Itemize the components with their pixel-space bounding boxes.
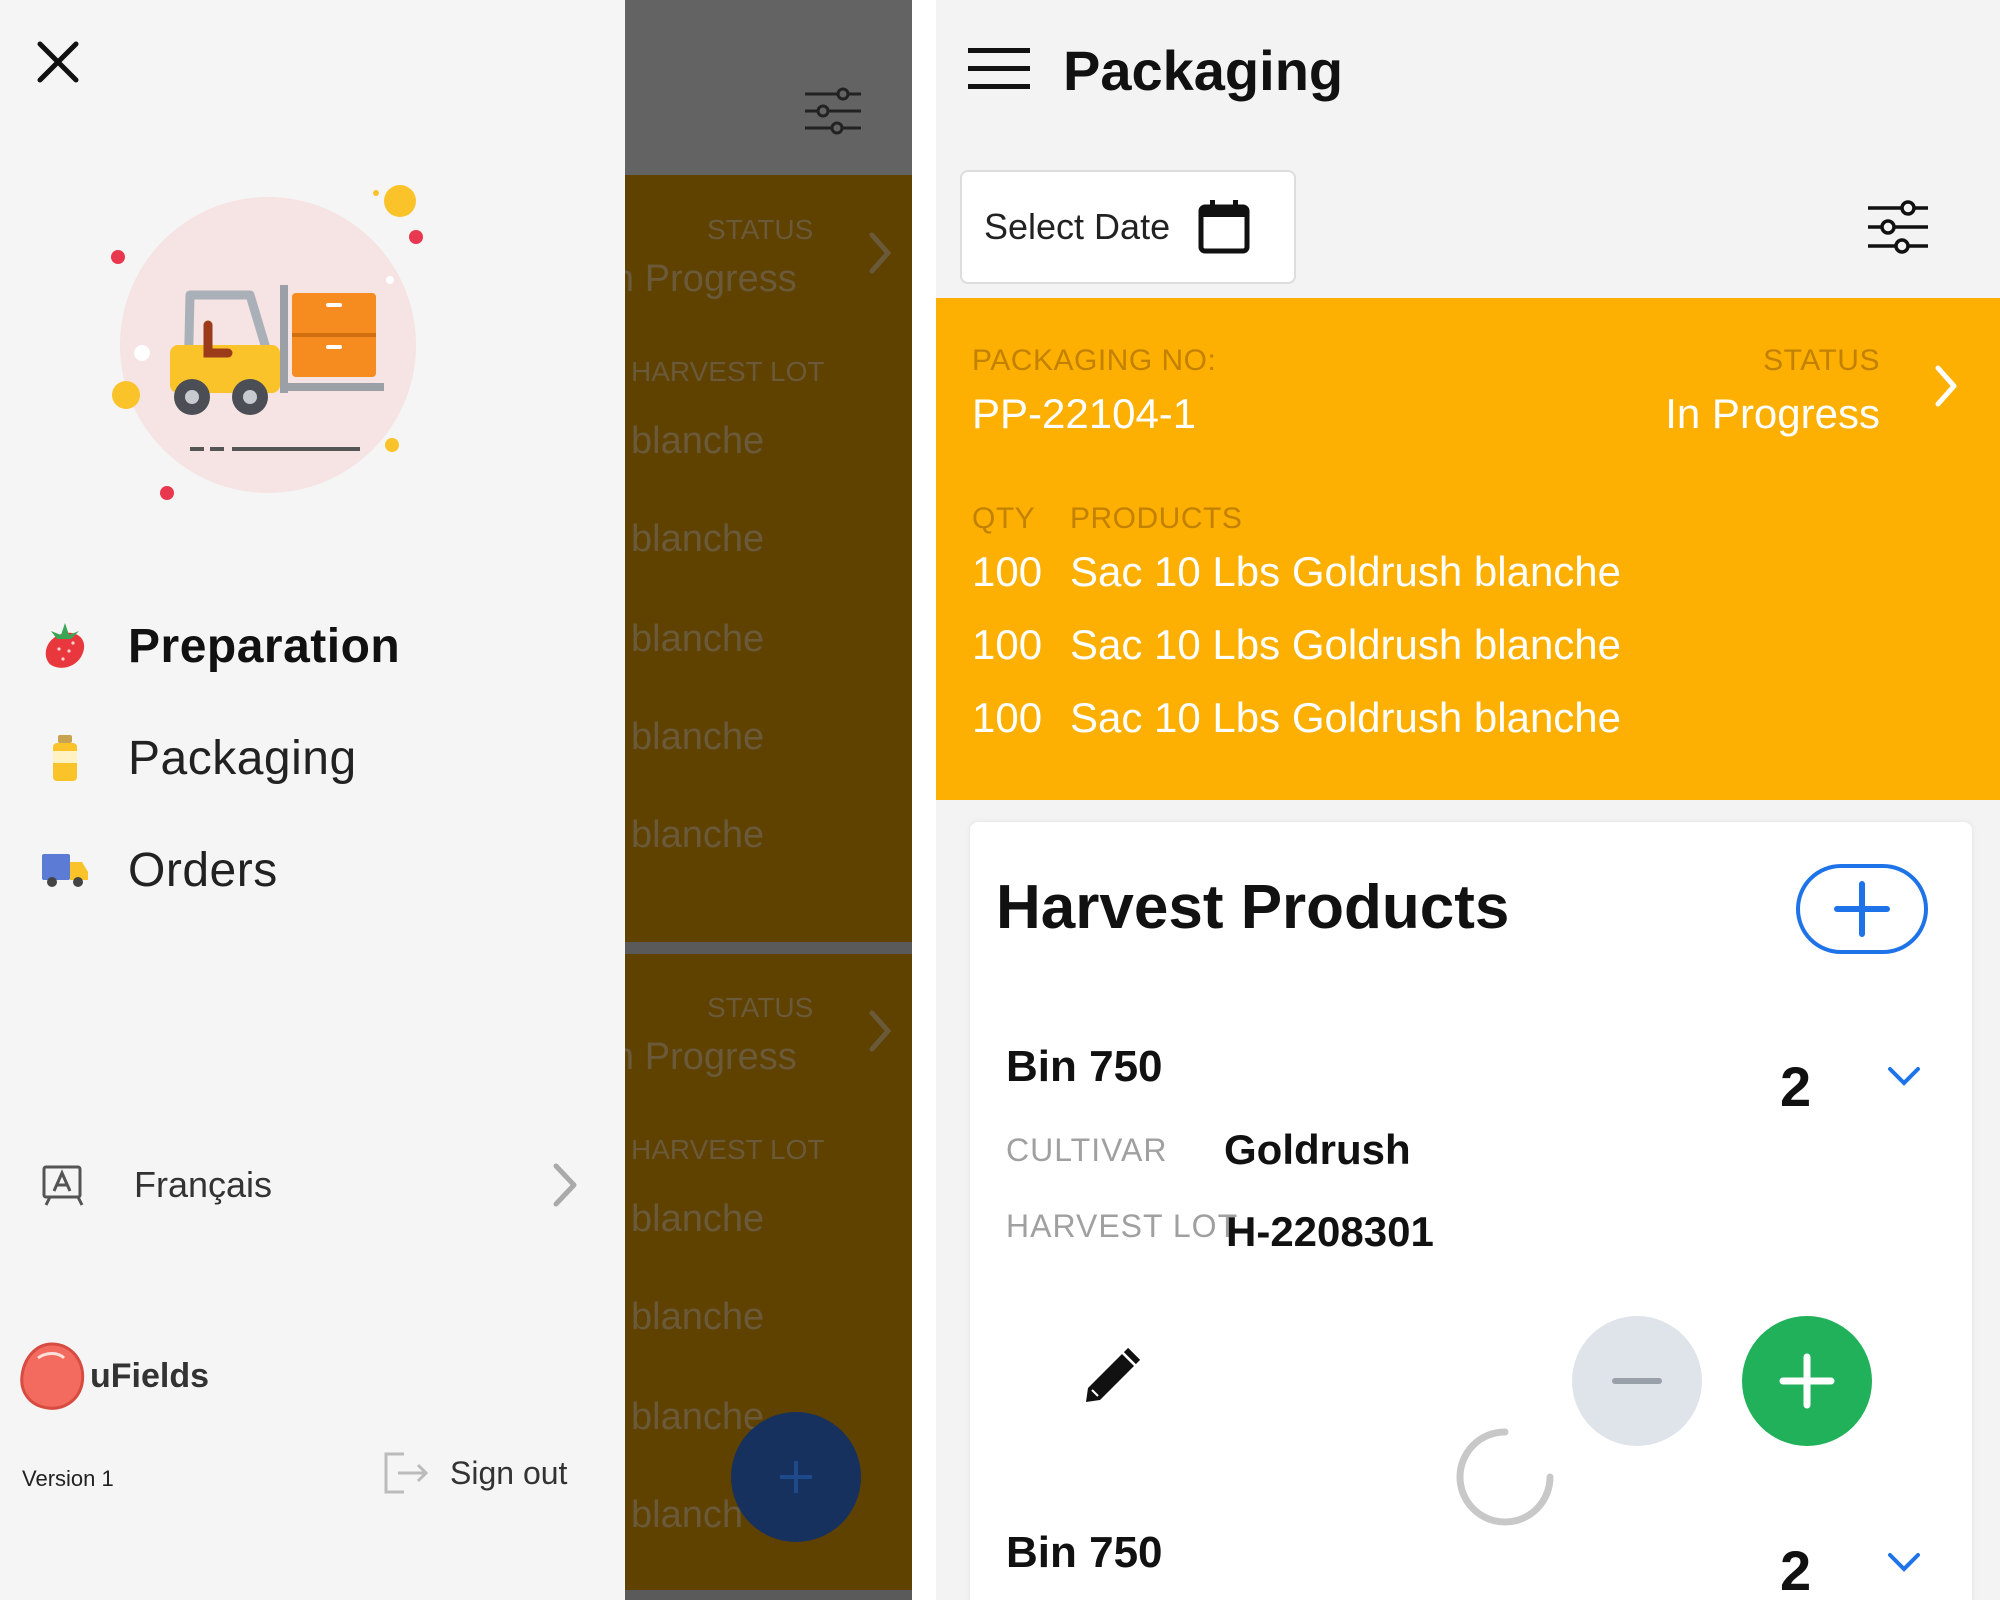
divider <box>625 942 912 954</box>
product-qty: 100 <box>972 621 1043 668</box>
brand-name: uFields <box>90 1356 210 1395</box>
plus-icon <box>1834 881 1890 937</box>
menu-item-packaging[interactable]: Packaging <box>40 718 357 798</box>
list-item: blanche <box>631 420 765 462</box>
page-title: Packaging <box>1063 39 1344 102</box>
product-row: 100 Sac 10 Lbs Goldrush blanche <box>972 621 1621 669</box>
list-item: blanche <box>631 716 765 758</box>
status-label: STATUS <box>707 214 814 245</box>
product-name: Sac 10 Lbs Goldrush blanche <box>1070 694 1622 741</box>
forklift-illustration <box>100 185 440 525</box>
bin-title: Bin 750 <box>1006 1042 1163 1091</box>
cultivar-value: Goldrush <box>1224 1126 1411 1173</box>
edit-button[interactable] <box>1078 1344 1144 1415</box>
language-label: Français <box>134 1164 273 1205</box>
minus-icon <box>1612 1378 1662 1384</box>
delivery-truck-icon <box>40 845 90 895</box>
ufields-logo-icon <box>20 1342 85 1410</box>
status-value: n Progress <box>625 1036 797 1078</box>
select-date-label: Select Date <box>984 206 1171 247</box>
chevron-down-icon[interactable] <box>1886 1550 1922 1574</box>
menu-item-label: Orders <box>128 843 278 897</box>
navigation-drawer: Preparation Packaging Orders Français uF… <box>0 0 625 1600</box>
add-fab-button[interactable] <box>731 1412 861 1542</box>
divider <box>625 1590 912 1600</box>
product-name: Sac 10 Lbs Goldrush blanche <box>1070 548 1622 595</box>
harvest-lot-label: HARVEST LOT <box>1006 1208 1239 1244</box>
status-label: STATUS <box>1763 344 1880 377</box>
list-item: blanche <box>631 1396 765 1438</box>
harvest-products-card: Harvest Products Bin 750 2 CULTIVAR Gold… <box>970 822 1972 1600</box>
list-item: blanche <box>631 518 765 560</box>
product-qty: 100 <box>972 694 1043 741</box>
menu-item-label: Packaging <box>128 731 357 785</box>
close-drawer-button[interactable] <box>28 32 88 92</box>
list-item: blanche <box>631 618 765 660</box>
close-icon <box>37 41 79 83</box>
chevron-right-icon <box>553 1163 577 1207</box>
chevron-down-icon[interactable] <box>1886 1064 1922 1088</box>
filter-button[interactable] <box>1866 200 1930 259</box>
status-label: STATUS <box>707 992 814 1023</box>
language-selector[interactable]: Français <box>40 1155 580 1215</box>
packaging-no-label: PACKAGING NO: <box>972 344 1217 377</box>
qty-label: QTY <box>972 502 1036 535</box>
section-title: Harvest Products <box>996 873 1510 942</box>
strawberry-icon <box>40 621 90 671</box>
menu-button[interactable] <box>968 46 1030 97</box>
chevron-right-icon <box>869 1010 892 1052</box>
list-item: blanche <box>631 1198 765 1240</box>
product-name: Sac 10 Lbs Goldrush blanche <box>1070 621 1622 668</box>
translate-icon <box>42 1165 84 1206</box>
sign-out-icon <box>384 1452 429 1494</box>
filter-sliders-icon <box>805 87 861 135</box>
pencil-icon <box>1086 1347 1141 1402</box>
chevron-right-icon[interactable] <box>1932 362 1960 410</box>
product-qty: 100 <box>972 548 1043 595</box>
cultivar-label: CULTIVAR <box>1006 1132 1168 1168</box>
app-version: Version 1 <box>22 1466 114 1491</box>
menu-item-label: Preparation <box>128 619 401 673</box>
list-item: blanche <box>631 1296 765 1338</box>
bottle-icon <box>40 733 90 783</box>
hamburger-menu-icon <box>968 48 1030 89</box>
select-date-button[interactable]: Select Date <box>960 170 1296 284</box>
sign-out-button[interactable]: Sign out <box>382 1450 567 1496</box>
drawer-scrim[interactable]: STATUS n Progress HARVEST LOT blanche bl… <box>625 0 912 1600</box>
loading-spinner-icon <box>1456 1428 1554 1526</box>
status-value: n Progress <box>625 258 797 300</box>
list-item: blanch <box>631 1494 743 1536</box>
harvest-lot-label: HARVEST LOT <box>631 356 825 387</box>
menu-item-preparation[interactable]: Preparation <box>40 606 400 686</box>
packaging-no-value: PP-22104-1 <box>972 390 1197 437</box>
packaging-screen: Packaging Select Date PACKAGING NO: PP-2… <box>936 0 2000 1600</box>
plus-icon <box>780 1461 812 1493</box>
products-label: PRODUCTS <box>1070 502 1243 535</box>
bin-count: 2 <box>1780 1539 1812 1600</box>
bin-count: 2 <box>1780 1055 1812 1118</box>
calendar-icon <box>1198 200 1250 254</box>
dimmed-header <box>625 0 912 175</box>
brand-logo: uFields <box>18 1340 209 1412</box>
menu-item-orders[interactable]: Orders <box>40 830 278 910</box>
filter-sliders-icon <box>1868 200 1928 254</box>
increment-button[interactable] <box>1742 1316 1872 1446</box>
list-item: blanche <box>631 814 765 856</box>
chevron-right-icon <box>869 232 892 274</box>
packaging-card[interactable]: PACKAGING NO: PP-22104-1 STATUS In Progr… <box>936 298 2000 800</box>
harvest-lot-label: HARVEST LOT <box>631 1134 825 1165</box>
bin-title: Bin 750 <box>1006 1528 1163 1577</box>
add-harvest-product-button[interactable] <box>1796 864 1928 954</box>
harvest-lot-value: H-2208301 <box>1226 1208 1434 1255</box>
product-row: 100 Sac 10 Lbs Goldrush blanche <box>972 548 1621 596</box>
plus-icon <box>1779 1353 1835 1409</box>
sign-out-label: Sign out <box>450 1454 568 1491</box>
decrement-button[interactable] <box>1572 1316 1702 1446</box>
product-row: 100 Sac 10 Lbs Goldrush blanche <box>972 694 1621 742</box>
status-value: In Progress <box>1665 390 1880 437</box>
